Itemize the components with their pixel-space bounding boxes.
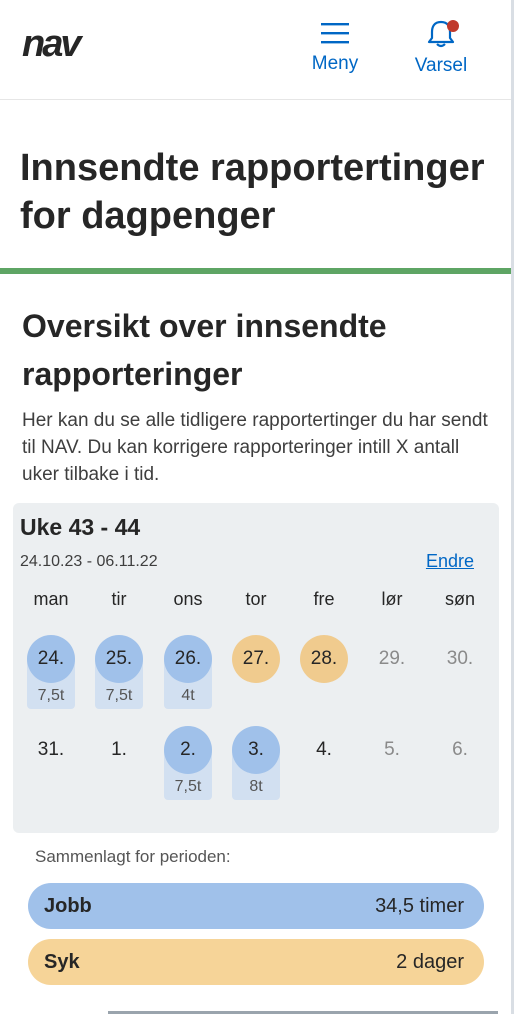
calendar-day: 1. xyxy=(94,726,144,806)
menu-button[interactable]: Meny xyxy=(295,20,375,75)
day-hours: 7,5t xyxy=(37,687,65,704)
menu-label: Meny xyxy=(311,53,359,74)
summary-row-name: Syk xyxy=(44,950,80,973)
day-number: 5. xyxy=(384,739,400,760)
section-title: Oversikt over innsendte rapporteringer xyxy=(22,308,387,392)
weekday-label: søn xyxy=(444,589,475,609)
nav-logo-text: nav xyxy=(22,28,83,62)
calendar-day: 2. 7,5t xyxy=(163,726,213,806)
calendar-day: 29. xyxy=(367,635,417,715)
top-header: nav Meny Varsel xyxy=(0,0,511,100)
day-number[interactable]: 26. xyxy=(164,635,212,683)
weekday-label: tor xyxy=(245,589,267,609)
calendar-day: 5. xyxy=(367,726,417,806)
weekday-label: lør xyxy=(381,589,403,609)
day-number[interactable]: 25. xyxy=(95,635,143,683)
title-divider xyxy=(0,268,511,274)
day-number[interactable]: 2. xyxy=(164,726,212,774)
calendar-day: 27. xyxy=(231,635,281,715)
day-number[interactable]: 28. xyxy=(300,635,348,683)
weekday-label: ons xyxy=(173,589,203,609)
weekday-label: fre xyxy=(313,589,335,609)
calendar-day: 30. xyxy=(435,635,485,715)
day-number[interactable]: 1. xyxy=(95,726,143,774)
edit-link[interactable]: Endre xyxy=(426,551,474,572)
calendar-day: 28. xyxy=(299,635,349,715)
summary-row-value: 34,5 timer xyxy=(375,894,464,917)
day-number: 6. xyxy=(452,739,468,760)
notifications-label: Varsel xyxy=(414,55,468,76)
calendar-day: 26. 4t xyxy=(163,635,213,715)
summary-row-name: Jobb xyxy=(44,894,92,917)
day-number: 30. xyxy=(446,648,474,669)
calendar-day: 24. 7,5t xyxy=(26,635,76,715)
summary-row-value: 2 dager xyxy=(396,950,464,973)
week-title: Uke 43 - 44 xyxy=(20,514,141,540)
notification-dot xyxy=(447,20,459,32)
hamburger-icon xyxy=(321,23,349,44)
day-hours: 7,5t xyxy=(105,687,133,704)
date-range: 24.10.23 - 06.11.22 xyxy=(20,553,158,570)
week-calendar: Uke 43 - 44 24.10.23 - 06.11.22 Endre ma… xyxy=(13,503,499,833)
calendar-day: 4. xyxy=(299,726,349,806)
calendar-day: 25. 7,5t xyxy=(94,635,144,715)
calendar-day: 3. 8t xyxy=(231,726,281,806)
notifications-button[interactable]: Varsel xyxy=(401,20,481,77)
weekday-label: man xyxy=(33,589,69,609)
bell-icon xyxy=(427,20,459,48)
summary-row-syk: Syk 2 dager xyxy=(28,939,484,985)
day-number[interactable]: 27. xyxy=(232,635,280,683)
weekday-label: tir xyxy=(111,589,127,609)
summary-label: Sammenlagt for perioden: xyxy=(35,847,231,866)
summary-row-jobb: Jobb 34,5 timer xyxy=(28,883,484,929)
calendar-day: 6. xyxy=(435,726,485,806)
day-hours: 4t xyxy=(181,687,195,704)
day-number: 29. xyxy=(378,648,406,669)
intro-text: Her kan du se alle tidligere rapporterti… xyxy=(22,410,488,485)
day-number[interactable]: 24. xyxy=(27,635,75,683)
nav-logo[interactable]: nav xyxy=(22,23,110,67)
page-title: Innsendte rapportertinger for dagpenger xyxy=(20,147,485,237)
day-number[interactable]: 4. xyxy=(300,726,348,774)
day-number[interactable]: 31. xyxy=(27,726,75,774)
day-hours: 7,5t xyxy=(174,778,202,795)
calendar-day: 31. xyxy=(26,726,76,806)
day-number[interactable]: 3. xyxy=(232,726,280,774)
day-hours: 8t xyxy=(249,778,263,795)
